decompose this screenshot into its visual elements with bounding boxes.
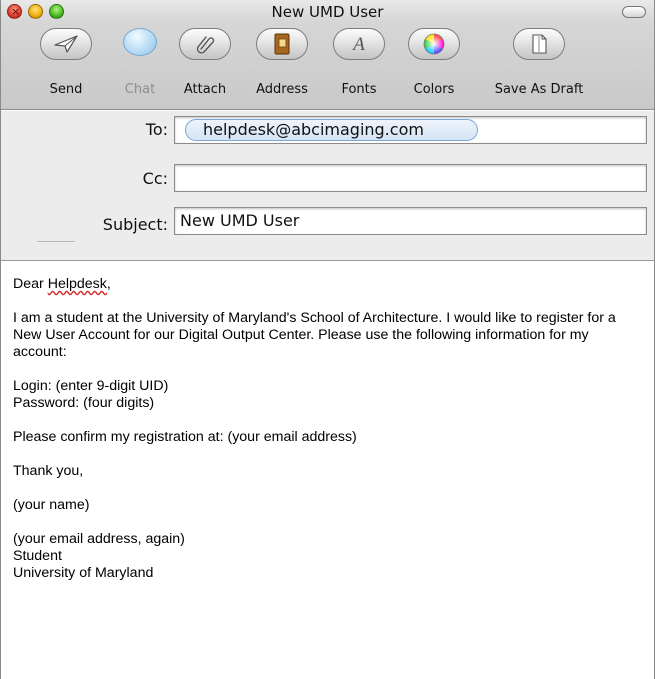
save-as-draft-button[interactable] (513, 28, 565, 60)
subject-value: New UMD User (180, 211, 300, 230)
address-book-icon (274, 33, 290, 55)
greeting-suffix: , (106, 276, 111, 292)
to-field[interactable]: helpdesk@abcimaging.com (174, 116, 647, 144)
send-label: Send (49, 82, 83, 97)
cc-label: Cc: (142, 169, 168, 188)
svg-text:A: A (351, 34, 365, 55)
message-body[interactable]: Dear Helpdesk, I am a student at the Uni… (13, 276, 643, 599)
chat-button[interactable] (123, 28, 157, 56)
chat-label: Chat (124, 82, 156, 97)
attach-label: Attach (183, 82, 227, 97)
body-paragraph: I am a student at the University of Mary… (13, 310, 616, 360)
paperclip-icon (196, 36, 215, 54)
cc-field[interactable] (174, 164, 647, 192)
credentials-block: Login: (enter 9-digit UID) Password: (fou… (13, 378, 643, 412)
subject-field[interactable]: New UMD User (174, 207, 647, 235)
fonts-label: Fonts (341, 82, 377, 97)
name-line: (your name) (13, 497, 90, 513)
header-divider (37, 241, 75, 242)
window-title: New UMD User (271, 3, 384, 21)
attach-button[interactable] (179, 28, 231, 60)
greeting-prefix: Dear (13, 276, 48, 292)
signature-school: University of Maryland (13, 565, 154, 581)
send-button[interactable] (40, 28, 92, 60)
font-a-icon: A (351, 34, 365, 55)
colors-button[interactable] (408, 28, 460, 60)
message-headers: To: helpdesk@abcimaging.com Cc: Subject:… (1, 111, 654, 261)
greeting-line: Dear Helpdesk, (13, 276, 643, 293)
signature-block: (your email address, again) Student Univer… (13, 531, 643, 582)
subject-label: Subject: (102, 215, 168, 234)
toolbar-toggle-button[interactable] (622, 6, 646, 18)
to-label: To: (145, 120, 168, 139)
confirm-line: Please confirm my registration at: (your… (13, 429, 357, 445)
compose-window: × New UMD User Send Chat Attach Address … (0, 0, 655, 679)
signature-role: Student (13, 548, 62, 564)
misspelled-word: Helpdesk (47, 276, 107, 292)
address-button[interactable] (256, 28, 308, 60)
fonts-button[interactable]: A (333, 28, 385, 60)
password-line: Password: (four digits) (13, 395, 155, 411)
address-label: Address (256, 82, 308, 97)
signature-email: (your email address, again) (13, 531, 185, 547)
thanks-line: Thank you, (13, 463, 84, 479)
color-wheel-icon (423, 33, 445, 55)
recipient-token[interactable]: helpdesk@abcimaging.com (185, 119, 478, 141)
paper-plane-icon (54, 35, 78, 53)
toolbar: Send Chat Attach Address A Fonts Colors … (1, 26, 654, 106)
draft-icon (532, 34, 547, 54)
window-chrome: × New UMD User Send Chat Attach Address … (1, 0, 654, 110)
colors-label: Colors (413, 82, 455, 97)
save-as-draft-label: Save As Draft (494, 82, 584, 97)
login-line: Login: (enter 9-digit UID) (13, 378, 169, 394)
title-bar[interactable]: × New UMD User (1, 0, 654, 22)
